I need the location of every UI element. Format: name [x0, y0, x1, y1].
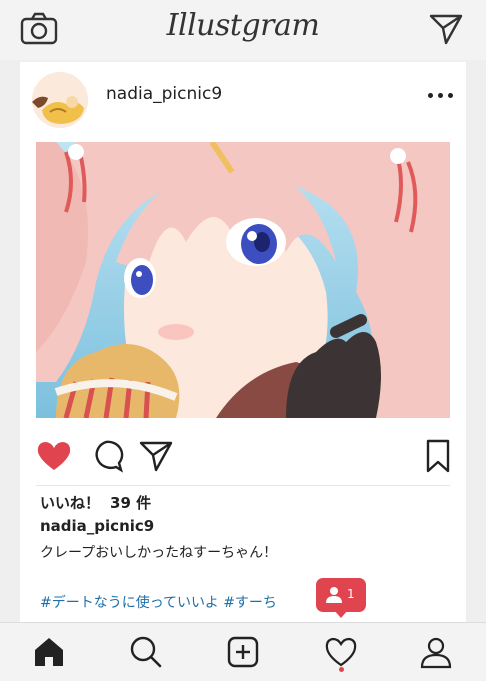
top-bar: Illustgram: [0, 0, 486, 60]
share-icon[interactable]: [138, 438, 174, 474]
post-image[interactable]: [36, 142, 450, 418]
heart-icon[interactable]: [36, 438, 72, 474]
post-username[interactable]: nadia_picnic9: [106, 84, 222, 104]
likes-number: 39 件: [110, 494, 152, 512]
search-icon[interactable]: [129, 635, 163, 669]
avatar[interactable]: [32, 72, 88, 128]
avatar-image: [32, 72, 88, 128]
follower-notification-badge[interactable]: 1: [316, 578, 366, 612]
bookmark-icon[interactable]: [420, 438, 456, 474]
bottom-nav: [0, 622, 486, 681]
person-icon: [326, 587, 342, 603]
activity-heart-icon[interactable]: [324, 635, 358, 669]
hashtag-text[interactable]: #デートなうに使っていいよ #すーち: [40, 595, 277, 611]
more-options-icon[interactable]: [426, 90, 456, 100]
divider: [36, 485, 450, 486]
likes-count[interactable]: いいね！ 39 件: [40, 492, 151, 513]
profile-icon[interactable]: [419, 635, 453, 669]
hashtags[interactable]: #デートなうに使っていいよ #すーち定: [40, 592, 349, 612]
add-post-icon[interactable]: [226, 635, 260, 669]
caption-username[interactable]: nadia_picnic9: [40, 517, 154, 535]
send-icon[interactable]: [428, 12, 464, 46]
activity-indicator-dot: [339, 667, 344, 672]
anime-girl-illustration: [36, 142, 450, 418]
likes-label: いいね！: [40, 494, 101, 512]
notification-count: 1: [347, 587, 355, 601]
app-logo: Illustgram: [166, 8, 320, 43]
post-card: nadia_picnic9 いいね！ 39 件 nadia_picnic9 クレ…: [20, 62, 466, 622]
home-icon[interactable]: [32, 635, 66, 669]
notification-pointer: [334, 610, 348, 618]
comment-icon[interactable]: [88, 438, 124, 474]
post-actions: [20, 434, 466, 478]
caption-text: クレープおいしかったねすーちゃん！: [40, 545, 278, 561]
